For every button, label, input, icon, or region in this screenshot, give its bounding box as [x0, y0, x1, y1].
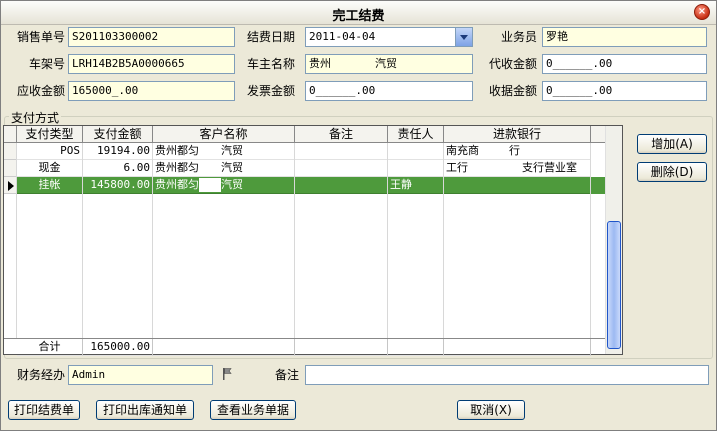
table-row[interactable]: 现金 6.00 贵州都匀 汽贸 工行 支行营业室 — [4, 160, 606, 177]
cell-pay-amount[interactable]: 6.00 — [83, 160, 153, 177]
cell-person[interactable] — [388, 143, 444, 160]
customer-part-b: 汽贸 — [221, 144, 243, 157]
view-business-button[interactable]: 查看业务单据 — [210, 400, 296, 420]
collect-field[interactable]: 0______.00 — [542, 54, 707, 74]
remark-field[interactable] — [305, 365, 709, 385]
col-customer[interactable]: 客户名称 — [153, 126, 295, 143]
cell-pay-type[interactable]: POS — [17, 143, 83, 160]
add-payment-button[interactable]: 增加(A) — [637, 134, 707, 154]
cell-pay-type[interactable]: 现金 — [17, 160, 83, 177]
customer-part-a: 贵州都匀 — [155, 161, 199, 174]
bank-part-b: 支行营业室 — [522, 161, 577, 174]
cancel-button[interactable]: 取消(X) — [457, 400, 525, 420]
print-settlement-button[interactable]: 打印结费单 — [8, 400, 80, 420]
payment-group-title: 支付方式 — [9, 109, 62, 126]
grid-line — [152, 143, 153, 338]
grid-line — [443, 143, 444, 338]
title-bar: 完工结费 × — [1, 1, 716, 25]
settlement-dialog: 完工结费 × 销售单号 S201103300002 结费日期 2011-04-0… — [0, 0, 717, 431]
owner-field[interactable]: 贵州 汽贸 — [305, 54, 473, 74]
collect-label: 代收金额 — [488, 57, 537, 71]
owner-label: 车主名称 — [246, 57, 295, 71]
receipt-field[interactable]: 0______.00 — [542, 81, 707, 101]
grid-line — [387, 143, 388, 338]
cell-bank[interactable]: 南充商 行 — [444, 143, 591, 160]
settle-date-dropdown[interactable]: 2011-04-04 — [305, 27, 473, 47]
owner-suffix: 汽贸 — [375, 57, 397, 70]
grid-line — [294, 143, 295, 338]
customer-part-b: 汽贸 — [221, 178, 243, 191]
settle-date-label: 结费日期 — [246, 30, 295, 44]
bank-part-a: 南充商 — [446, 144, 479, 157]
cell-person[interactable] — [388, 160, 444, 177]
header-corner — [4, 126, 17, 143]
col-note[interactable]: 备注 — [295, 126, 388, 143]
receivable-label: 应收金额 — [16, 84, 65, 98]
total-label: 合计 — [17, 339, 83, 356]
payment-grid[interactable]: 支付类型 支付金额 客户名称 备注 责任人 进款银行 POS 19194.00 … — [3, 125, 623, 356]
receivable-field[interactable]: 165000_.00 — [68, 81, 235, 101]
flag-icon[interactable] — [221, 367, 233, 381]
print-outbound-button[interactable]: 打印出库通知单 — [96, 400, 194, 420]
close-icon[interactable]: × — [694, 4, 710, 20]
bank-part-a: 工行 — [446, 161, 468, 174]
owner-prefix: 贵州 — [309, 57, 331, 70]
cell-bank[interactable]: 工行 支行营业室 — [444, 160, 591, 177]
invoice-field[interactable]: 0______.00 — [305, 81, 473, 101]
salesperson-field[interactable]: 罗艳 — [542, 27, 707, 47]
col-pay-amount[interactable]: 支付金额 — [83, 126, 153, 143]
row-pointer-icon — [8, 181, 14, 191]
scrollbar-thumb[interactable] — [607, 221, 621, 349]
col-pay-type[interactable]: 支付类型 — [17, 126, 83, 143]
table-row[interactable]: POS 19194.00 贵州都匀 汽贸 南充商 行 — [4, 143, 606, 160]
col-person[interactable]: 责任人 — [388, 126, 444, 143]
cell-customer[interactable]: 贵州都匀 汽贸 — [153, 177, 295, 194]
cell-note[interactable] — [295, 160, 388, 177]
grid-header: 支付类型 支付金额 客户名称 备注 责任人 进款银行 — [4, 126, 606, 143]
total-amount: 165000.00 — [83, 339, 153, 356]
finance-field[interactable]: Admin — [68, 365, 213, 385]
grid-line — [82, 143, 83, 338]
total-filler — [153, 339, 295, 356]
total-filler — [388, 339, 444, 356]
customer-part-a: 贵州都匀 — [155, 178, 199, 191]
invoice-label: 发票金额 — [246, 84, 295, 98]
table-row-selected[interactable]: 挂帐 145800.00 贵州都匀 汽贸 王静 — [4, 177, 606, 194]
vin-field[interactable]: LRH14B2B5A0000665 — [68, 54, 235, 74]
receipt-label: 收据金额 — [488, 84, 537, 98]
cell-note[interactable] — [295, 143, 388, 160]
sales-no-label: 销售单号 — [16, 30, 65, 44]
customer-part-a: 贵州都匀 — [155, 144, 199, 157]
sales-no-field[interactable]: S201103300002 — [68, 27, 235, 47]
salesperson-label: 业务员 — [500, 30, 537, 44]
total-row: 合计 165000.00 — [4, 338, 606, 356]
grid-line — [590, 143, 591, 338]
bank-part-b: 行 — [509, 144, 520, 157]
cell-pay-amount[interactable]: 19194.00 — [83, 143, 153, 160]
delete-payment-button[interactable]: 删除(D) — [637, 162, 707, 182]
vertical-scrollbar[interactable] — [605, 126, 622, 354]
finance-label: 财务经办 — [16, 368, 65, 382]
window-title: 完工结费 — [332, 9, 385, 24]
customer-part-b: 汽贸 — [221, 161, 243, 174]
cell-customer[interactable]: 贵州都匀 汽贸 — [153, 160, 295, 177]
remark-label: 备注 — [274, 368, 299, 382]
settle-date-value: 2011-04-04 — [309, 30, 376, 43]
cell-person[interactable]: 王静 — [388, 177, 444, 194]
vin-label: 车架号 — [28, 57, 65, 71]
col-bank[interactable]: 进款银行 — [444, 126, 591, 143]
grid-line — [16, 143, 17, 338]
cell-bank[interactable] — [444, 177, 591, 194]
cell-pay-type[interactable]: 挂帐 — [17, 177, 83, 194]
total-filler — [444, 339, 591, 356]
cell-customer[interactable]: 贵州都匀 汽贸 — [153, 143, 295, 160]
chevron-down-icon[interactable] — [455, 28, 472, 46]
cell-note[interactable] — [295, 177, 388, 194]
cell-pay-amount[interactable]: 145800.00 — [83, 177, 153, 194]
total-filler — [295, 339, 388, 356]
